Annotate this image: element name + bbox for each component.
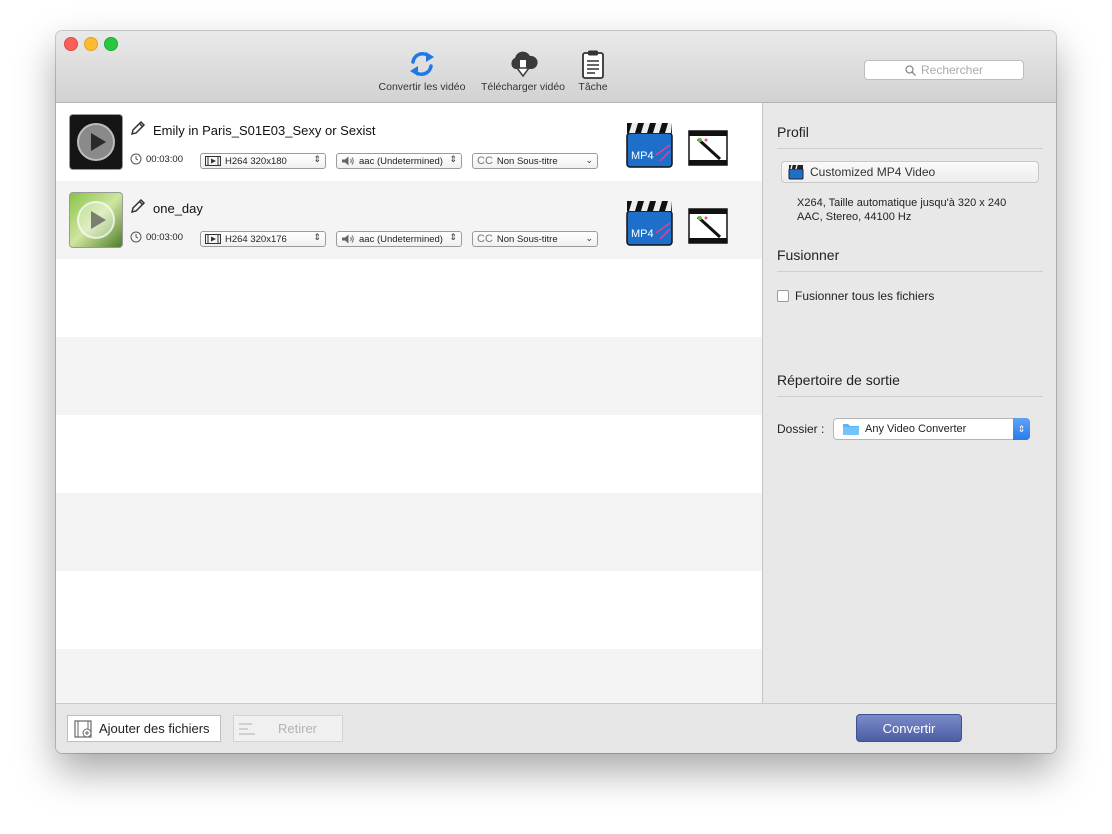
output-title: Répertoire de sortie [777, 372, 900, 388]
duration-value: 00:03:00 [146, 153, 183, 165]
audio-track-value: aac (Undetermined) [359, 155, 443, 167]
minimize-window-button[interactable] [84, 37, 98, 51]
divider [777, 396, 1043, 397]
profile-select[interactable]: Customized MP4 Video [781, 161, 1039, 183]
chevron-down-icon: ⌄ [585, 233, 593, 243]
subtitle-value: Non Sous-titre [496, 233, 558, 245]
close-window-button[interactable] [64, 37, 78, 51]
clapper-mp4-icon: MP4 [626, 123, 673, 168]
task-tool[interactable]: Tâche [563, 47, 623, 93]
folder-icon [843, 424, 859, 435]
video-track-select[interactable]: H264 320x176 ⇕ [200, 231, 326, 247]
clapper-icon [788, 164, 804, 180]
film-icon [205, 234, 221, 244]
video-track-value: H264 320x180 [225, 155, 287, 167]
film-add-icon [74, 719, 92, 738]
updown-arrows-icon[interactable]: ⇕ [1013, 418, 1030, 440]
convert-button[interactable]: Convertir [856, 714, 962, 742]
merge-checkbox-label: Fusionner tous les fichiers [795, 289, 935, 303]
subtitle-select[interactable]: CC Non Sous-titre ⌄ [472, 153, 598, 169]
add-files-label: Ajouter des fichiers [99, 721, 210, 736]
clock-icon [130, 231, 142, 243]
cc-icon: CC [477, 233, 493, 245]
video-track-value: H264 320x176 [225, 233, 287, 245]
remove-button[interactable]: Retirer [233, 715, 343, 742]
film-wand-icon [688, 208, 728, 244]
chevron-down-icon: ⌄ [585, 155, 593, 165]
bottom-bar: Ajouter des fichiers Retirer Convertir [56, 703, 1056, 753]
speaker-icon [342, 156, 354, 166]
film-wand-icon [688, 130, 728, 166]
folder-label: Dossier : [777, 422, 825, 436]
mp4-format-button[interactable]: MP4 [626, 199, 674, 252]
duration: 00:03:00 [130, 231, 183, 243]
list-remove-icon [239, 722, 255, 735]
merge-all-option[interactable]: Fusionner tous les fichiers [777, 289, 934, 303]
divider [777, 148, 1043, 149]
profile-desc-line: X264, Taille automatique jusqu'à 320 x 2… [797, 197, 1007, 209]
profile-value: Customized MP4 Video [810, 165, 936, 179]
output-folder-value: Any Video Converter [865, 423, 967, 435]
empty-row [56, 649, 762, 703]
updown-arrows-icon: ⇕ [313, 232, 321, 242]
clipboard-icon [563, 47, 623, 81]
updown-arrows-icon: ⇕ [313, 154, 321, 164]
merge-checkbox[interactable] [777, 290, 789, 302]
mp4-badge-text: MP4 [631, 228, 654, 240]
film-icon [205, 156, 221, 166]
settings-sidebar: Profil Customized MP4 Video X264, Taille… [762, 103, 1056, 703]
add-files-button[interactable]: Ajouter des fichiers [67, 715, 221, 742]
file-name: one_day [153, 201, 203, 216]
search-icon [905, 64, 916, 76]
zoom-window-button[interactable] [104, 37, 118, 51]
mp4-format-button[interactable]: MP4 [626, 121, 674, 174]
divider [777, 271, 1043, 272]
subtitle-select[interactable]: CC Non Sous-titre ⌄ [472, 231, 598, 247]
empty-row [56, 337, 762, 415]
updown-arrows-icon: ⇕ [449, 232, 457, 242]
video-thumbnail[interactable] [69, 192, 123, 248]
remove-label: Retirer [278, 721, 318, 736]
empty-row [56, 571, 762, 649]
output-folder-select[interactable]: Any Video Converter ⇕ [833, 418, 1030, 440]
mp4-badge-text: MP4 [631, 150, 654, 162]
audio-track-value: aac (Undetermined) [359, 233, 443, 245]
app-window: Convertir les vidéo Télécharger vidéo Tâ… [56, 31, 1056, 753]
video-track-select[interactable]: H264 320x180 ⇕ [200, 153, 326, 169]
duration: 00:03:00 [130, 153, 183, 165]
duration-value: 00:03:00 [146, 231, 183, 243]
merge-title: Fusionner [777, 247, 840, 263]
task-label: Tâche [578, 81, 608, 93]
file-row[interactable]: Emily in Paris_S01E03_Sexy or Sexist 00:… [56, 103, 762, 181]
empty-row [56, 415, 762, 493]
cc-icon: CC [477, 155, 493, 167]
file-list: Emily in Paris_S01E03_Sexy or Sexist 00:… [56, 103, 762, 703]
clock-icon [130, 153, 142, 165]
edit-video-button[interactable] [688, 129, 728, 172]
search-placeholder: Rechercher [920, 63, 984, 77]
file-name: Emily in Paris_S01E03_Sexy or Sexist [153, 123, 376, 138]
updown-arrows-icon: ⇕ [449, 154, 457, 164]
speaker-icon [342, 234, 354, 244]
video-thumbnail[interactable] [69, 114, 123, 170]
file-row[interactable]: one_day 00:03:00 H264 320x176 ⇕ aac (Und… [56, 181, 762, 259]
empty-row [56, 259, 762, 337]
audio-track-select[interactable]: aac (Undetermined) ⇕ [336, 153, 462, 169]
edit-pencil-icon[interactable] [130, 198, 146, 214]
audio-track-select[interactable]: aac (Undetermined) ⇕ [336, 231, 462, 247]
profile-title: Profil [777, 124, 809, 140]
subtitle-value: Non Sous-titre [496, 155, 558, 167]
profile-description: X264, Taille automatique jusqu'à 320 x 2… [797, 196, 1006, 224]
empty-row [56, 493, 762, 571]
search-input[interactable]: Rechercher [864, 60, 1024, 80]
toolbar: Convertir les vidéo Télécharger vidéo Tâ… [56, 31, 1056, 103]
profile-desc-line: AAC, Stereo, 44100 Hz [797, 211, 912, 223]
clapper-mp4-icon: MP4 [626, 201, 673, 246]
edit-video-button[interactable] [688, 207, 728, 250]
edit-pencil-icon[interactable] [130, 120, 146, 136]
